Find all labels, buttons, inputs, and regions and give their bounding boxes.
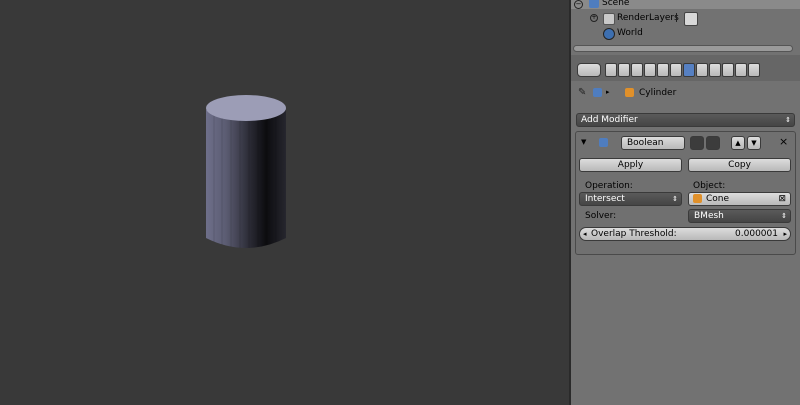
add-modifier-label: Add Modifier: [581, 115, 638, 125]
apply-button[interactable]: Apply: [579, 158, 682, 172]
tab-texture[interactable]: [722, 63, 734, 77]
tab-constraints[interactable]: [670, 63, 682, 77]
copy-button[interactable]: Copy: [688, 158, 791, 172]
cone-object-icon: [693, 194, 702, 203]
tab-world[interactable]: [644, 63, 656, 77]
clear-object-icon[interactable]: ⊠: [778, 192, 786, 206]
operation-value: Intersect: [585, 194, 625, 204]
outliner-item-scene[interactable]: Scene: [602, 0, 629, 10]
object-field[interactable]: Cone ⊠: [688, 192, 791, 206]
overlap-threshold-field[interactable]: ◂ Overlap Threshold: 0.000001 ▸: [579, 227, 791, 241]
move-up-button[interactable]: ▲: [731, 136, 745, 150]
collapse-modifier-icon[interactable]: ▼: [581, 138, 586, 146]
breadcrumb-object: Cylinder: [639, 88, 677, 98]
outliner-item-world[interactable]: World: [617, 26, 643, 40]
tab-object[interactable]: [657, 63, 669, 77]
solver-label: Solver:: [585, 211, 617, 221]
tab-render-layers[interactable]: [618, 63, 630, 77]
object-label: Object:: [693, 181, 726, 191]
move-down-button[interactable]: ▼: [747, 136, 761, 150]
modifier-type-icon: [599, 138, 608, 147]
object-icon: [625, 88, 634, 97]
increment-arrow-icon[interactable]: ▸: [783, 227, 787, 241]
renderlayers-icon: [603, 13, 615, 25]
scene-icon: [589, 0, 599, 8]
solver-arrows-icon: ⇕: [781, 212, 787, 220]
3d-viewport[interactable]: [0, 0, 569, 405]
render-toggle[interactable]: [690, 136, 704, 150]
tab-physics[interactable]: [748, 63, 760, 77]
collapse-icon[interactable]: −: [574, 0, 583, 9]
dropdown-arrows-icon: ⇕: [785, 116, 791, 124]
expand-icon[interactable]: +: [590, 14, 598, 22]
viewport-toggle[interactable]: [706, 136, 720, 150]
tab-modifiers-active[interactable]: [683, 63, 695, 77]
outliner-scrollbar[interactable]: [573, 45, 793, 52]
operation-arrows-icon: ⇕: [672, 195, 678, 203]
cylinder-mesh[interactable]: [0, 0, 569, 405]
tab-data[interactable]: [696, 63, 708, 77]
tab-render[interactable]: [605, 63, 617, 77]
copy-label: Copy: [728, 160, 751, 170]
breadcrumb-arrow-icon: ▸: [606, 88, 610, 96]
decrement-arrow-icon[interactable]: ◂: [583, 227, 587, 241]
operation-dropdown[interactable]: Intersect ⇕: [579, 192, 682, 206]
render-layer-icon[interactable]: [684, 12, 698, 26]
tab-particles[interactable]: [735, 63, 747, 77]
outliner-panel: − Scene + RenderLayers World: [571, 0, 800, 55]
separator-icon: [676, 13, 677, 22]
modifier-panel: ▼ Boolean ▲ ▼ × Apply Copy Operation: Ob…: [575, 131, 796, 255]
object-value: Cone: [706, 194, 730, 204]
modifier-name: Boolean: [627, 138, 664, 148]
close-icon[interactable]: ×: [779, 135, 788, 148]
tab-material[interactable]: [709, 63, 721, 77]
modifier-name-field[interactable]: Boolean: [621, 136, 685, 150]
operation-label: Operation:: [585, 181, 633, 191]
pin-icon[interactable]: ✎: [578, 87, 586, 98]
solver-value: BMesh: [694, 211, 724, 221]
overlap-value: 0.000001: [735, 229, 778, 239]
overlap-label: Overlap Threshold:: [591, 229, 677, 239]
editor-type-dropdown[interactable]: [577, 63, 601, 77]
outliner-item-renderlayers[interactable]: RenderLayers: [617, 11, 679, 25]
add-modifier-dropdown[interactable]: Add Modifier ⇕: [576, 113, 795, 127]
scene-breadcrumb-icon: [593, 88, 602, 97]
apply-label: Apply: [617, 160, 644, 170]
tab-scene[interactable]: [631, 63, 643, 77]
properties-editor: ✎ ▸ Cylinder Add Modifier ⇕ ▼ Boolean ▲ …: [571, 55, 800, 405]
solver-dropdown[interactable]: BMesh ⇕: [688, 209, 791, 223]
world-icon: [603, 28, 615, 40]
